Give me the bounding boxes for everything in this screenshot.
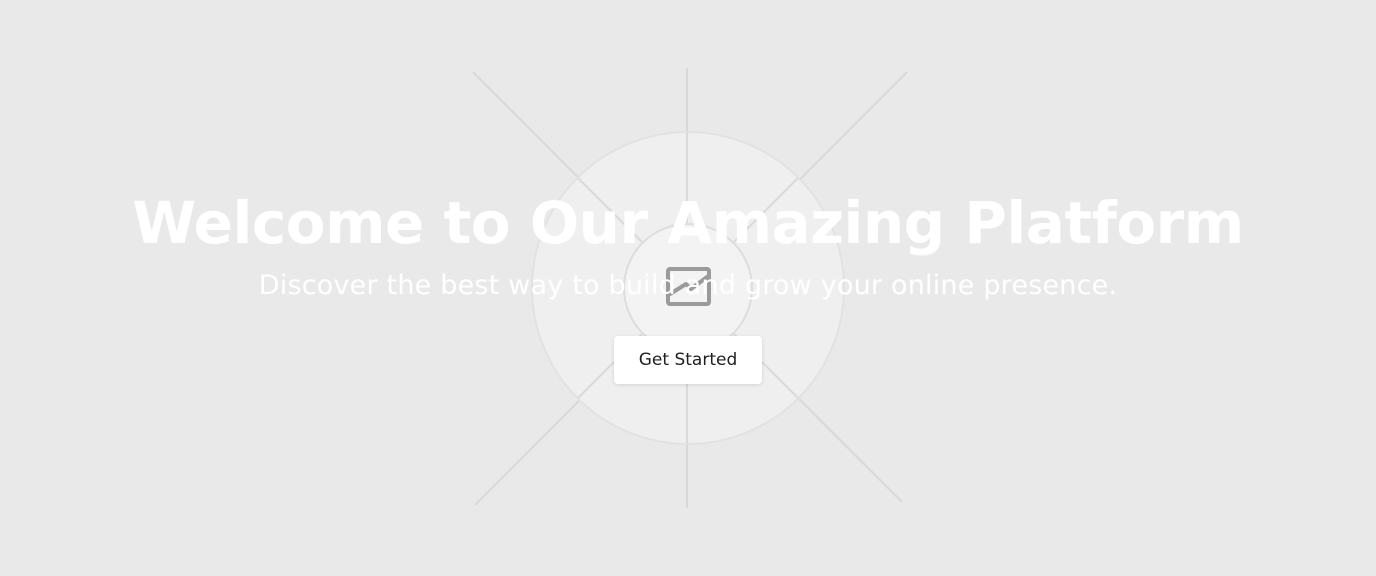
hero-title: Welcome to Our Amazing Platform [132, 189, 1244, 257]
hero-subtitle: Discover the best way to build and grow … [258, 270, 1118, 301]
hero-content: Welcome to Our Amazing Platform Discover… [0, 0, 1376, 576]
get-started-button[interactable]: Get Started [614, 336, 762, 384]
hero-section: Welcome to Our Amazing Platform Discover… [0, 0, 1376, 576]
